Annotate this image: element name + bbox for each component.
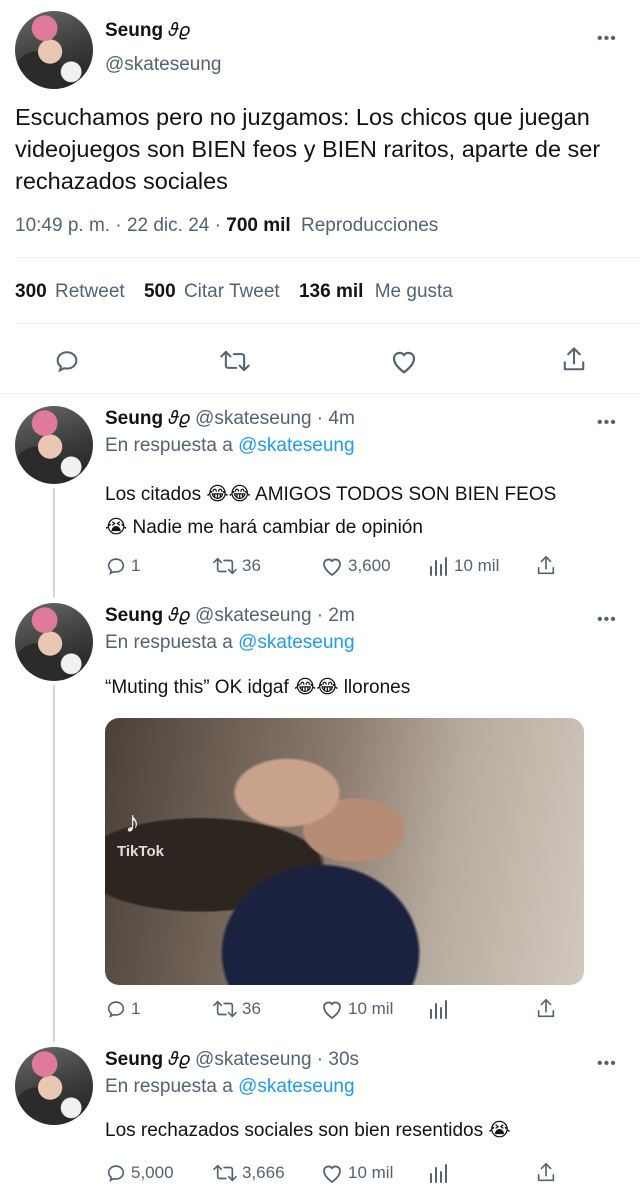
retweet-icon bbox=[212, 1162, 238, 1184]
author-handle[interactable]: @skateseung bbox=[195, 1049, 311, 1070]
share-icon[interactable] bbox=[535, 997, 557, 1021]
name-emoji: 𝜗𝜚 bbox=[168, 20, 190, 41]
retweet-stat[interactable]: 300 Retweet bbox=[15, 281, 130, 302]
divider bbox=[15, 257, 640, 258]
heart-icon bbox=[320, 555, 344, 577]
display-name[interactable]: Seung bbox=[105, 408, 163, 429]
author-handle[interactable]: @skateseung bbox=[105, 54, 221, 76]
views-button[interactable]: 10 mil bbox=[428, 555, 499, 577]
reply-text: Los citados 😂😂 AMIGOS TODOS SON BIEN FEO… bbox=[105, 484, 557, 538]
reply-button[interactable]: 1 bbox=[105, 555, 140, 577]
like-stat[interactable]: 136 mil Me gusta bbox=[299, 281, 453, 302]
name-emoji: 𝜗𝜚 bbox=[168, 605, 190, 626]
like-button[interactable]: 10 mil bbox=[320, 1162, 393, 1184]
avatar[interactable] bbox=[15, 603, 93, 681]
reply-to-link[interactable]: @skateseung bbox=[238, 632, 354, 653]
display-name[interactable]: Seung bbox=[105, 605, 163, 626]
more-options-icon[interactable]: ••• bbox=[597, 1056, 617, 1072]
heart-icon bbox=[320, 998, 344, 1020]
share-icon[interactable] bbox=[535, 554, 557, 578]
more-options-icon[interactable]: ••• bbox=[597, 415, 617, 431]
retweet-button[interactable]: 36 bbox=[212, 998, 261, 1020]
divider bbox=[0, 393, 640, 394]
display-name[interactable]: Seung bbox=[105, 1049, 163, 1070]
reply-to-link[interactable]: @skateseung bbox=[238, 435, 354, 456]
engagement-stats: 300 Retweet 500 Citar Tweet 136 mil Me g… bbox=[15, 281, 453, 303]
views-label: Reproducciones bbox=[300, 215, 439, 236]
name-emoji: 𝜗𝜚 bbox=[168, 408, 190, 429]
reply-header: Seung 𝜗𝜚 @skateseung · 4m bbox=[105, 408, 355, 430]
like-button[interactable]: 3,600 bbox=[320, 555, 391, 577]
video-thumbnail[interactable]: ♪ TikTok bbox=[105, 718, 584, 985]
author-handle[interactable]: @skateseung bbox=[195, 408, 311, 429]
tiktok-logo-icon: ♪ bbox=[125, 806, 140, 839]
name-emoji: 𝜗𝜚 bbox=[168, 1049, 190, 1070]
author-handle[interactable]: @skateseung bbox=[195, 605, 311, 626]
heart-icon bbox=[320, 1162, 344, 1184]
reply-context: En respuesta a @skateseung bbox=[105, 435, 355, 456]
reply-header: Seung 𝜗𝜚 @skateseung · 2m bbox=[105, 605, 355, 627]
like-button[interactable]: 10 mil bbox=[320, 998, 393, 1020]
more-options-icon[interactable]: ••• bbox=[597, 31, 617, 47]
reply-text: “Muting this” OK idgaf 😂😂 llorones bbox=[105, 677, 411, 698]
analytics-icon bbox=[428, 555, 450, 577]
retweet-icon bbox=[212, 998, 238, 1020]
share-icon[interactable] bbox=[560, 345, 588, 375]
retweet-icon bbox=[212, 555, 238, 577]
timestamp[interactable]: · 4m bbox=[317, 408, 355, 429]
avatar[interactable] bbox=[15, 11, 93, 89]
views-button[interactable] bbox=[428, 998, 454, 1020]
thread-line bbox=[53, 488, 55, 598]
reply-context: En respuesta a @skateseung bbox=[105, 632, 355, 653]
analytics-icon bbox=[428, 998, 450, 1020]
tweet-text: Escuchamos pero no juzgamos: Los chicos … bbox=[15, 104, 601, 194]
reply-context: En respuesta a @skateseung bbox=[105, 1076, 355, 1097]
reply-icon bbox=[105, 1162, 127, 1184]
reply-button[interactable]: 5,000 bbox=[105, 1162, 174, 1184]
tweet-meta: 10:49 p. m. · 22 dic. 24 · 700 mil Repro… bbox=[15, 215, 439, 236]
analytics-icon bbox=[428, 1162, 450, 1184]
reply-icon bbox=[105, 998, 127, 1020]
quote-stat[interactable]: 500 Citar Tweet bbox=[144, 281, 285, 302]
reply-text: Los rechazados sociales son bien resenti… bbox=[105, 1120, 511, 1141]
divider bbox=[15, 323, 640, 324]
heart-icon[interactable] bbox=[389, 347, 419, 375]
views-count: 700 mil bbox=[226, 215, 291, 236]
retweet-icon[interactable] bbox=[219, 347, 251, 375]
thread-line bbox=[53, 685, 55, 1042]
tiktok-watermark: TikTok bbox=[117, 843, 164, 860]
reply-icon bbox=[105, 555, 127, 577]
timestamp[interactable]: · 30s bbox=[317, 1049, 359, 1070]
display-name: Seung bbox=[105, 20, 164, 41]
tweet-date[interactable]: 22 dic. 24 bbox=[127, 215, 209, 236]
reply-button[interactable]: 1 bbox=[105, 998, 140, 1020]
views-button[interactable] bbox=[428, 1162, 454, 1184]
more-options-icon[interactable]: ••• bbox=[597, 612, 617, 628]
avatar[interactable] bbox=[15, 406, 93, 484]
retweet-button[interactable]: 36 bbox=[212, 555, 261, 577]
retweet-button[interactable]: 3,666 bbox=[212, 1162, 285, 1184]
avatar[interactable] bbox=[15, 1047, 93, 1125]
reply-icon[interactable] bbox=[53, 347, 81, 375]
share-icon[interactable] bbox=[535, 1161, 557, 1185]
reply-header: Seung 𝜗𝜚 @skateseung · 30s bbox=[105, 1049, 359, 1071]
timestamp[interactable]: · 2m bbox=[317, 605, 355, 626]
reply-to-link[interactable]: @skateseung bbox=[238, 1076, 354, 1097]
tweet-time[interactable]: 10:49 p. m. bbox=[15, 215, 110, 236]
author-name[interactable]: Seung 𝜗𝜚 bbox=[105, 20, 190, 42]
